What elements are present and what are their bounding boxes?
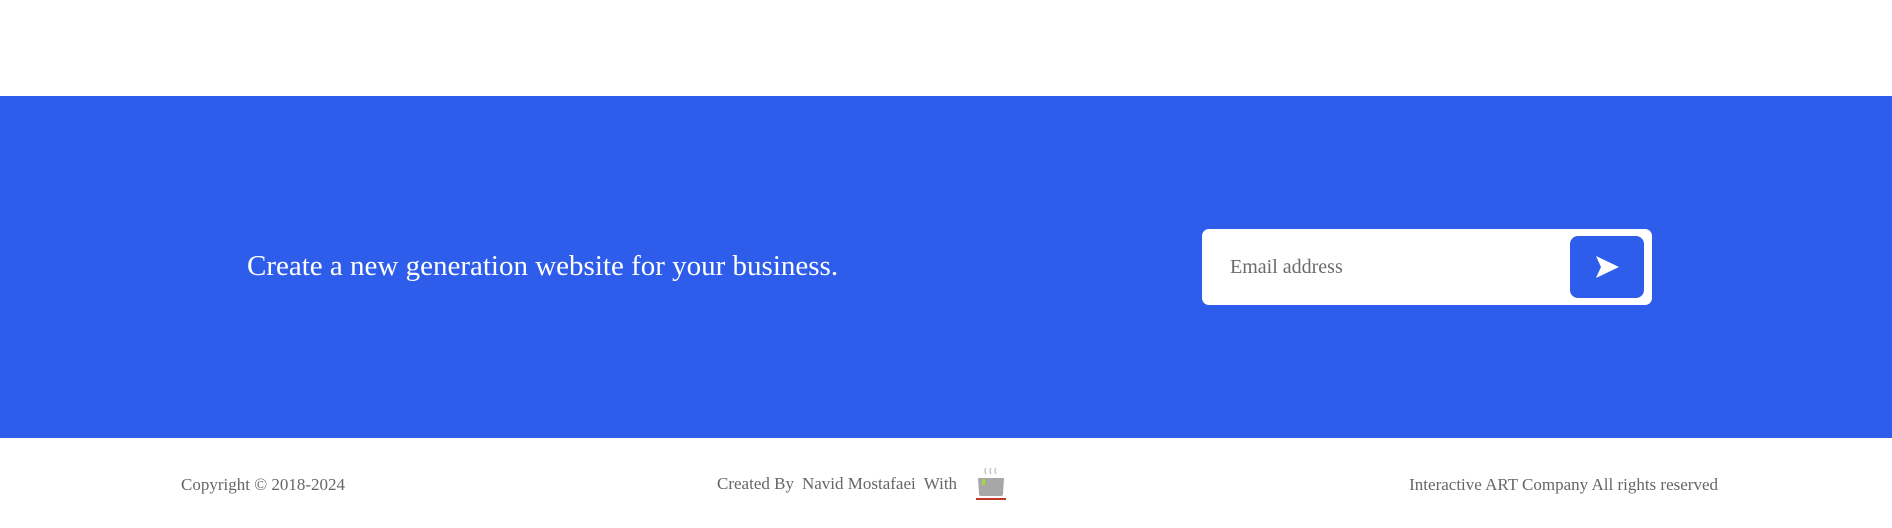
with-label: With <box>923 474 958 493</box>
top-spacer <box>0 0 1892 96</box>
credits: Created By Navid Mostafaei With <box>717 466 1009 502</box>
email-input[interactable] <box>1230 243 1560 291</box>
subscribe-submit-button[interactable] <box>1570 236 1644 298</box>
author-name: Navid Mostafaei <box>801 474 916 493</box>
rights-text: Interactive ART Company All rights reser… <box>1409 475 1718 494</box>
tea-cup-icon <box>976 467 1007 500</box>
banner-tagline: Create a new generation website for your… <box>247 250 839 282</box>
subscribe-form <box>1202 229 1652 305</box>
send-arrow-icon <box>1596 256 1619 278</box>
copyright-text: Copyright © 2018-2024 <box>181 475 346 494</box>
created-by-label: Created By <box>717 474 794 493</box>
